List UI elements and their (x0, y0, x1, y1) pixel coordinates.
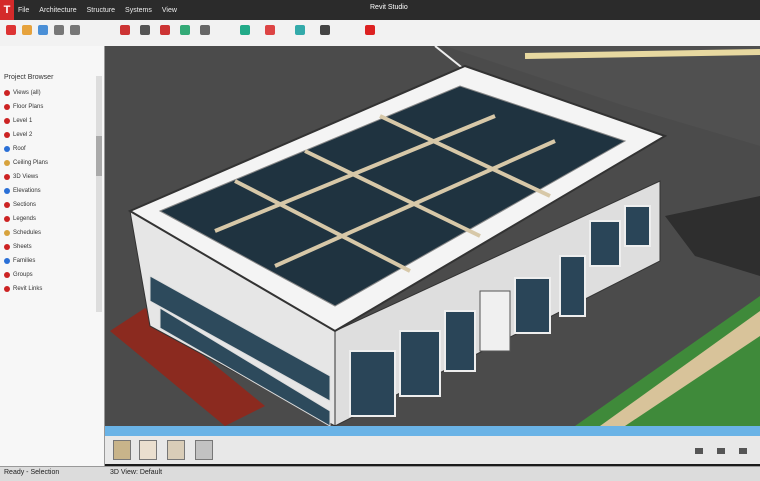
tree-item[interactable]: Legends (4, 214, 36, 224)
folder-icon (4, 272, 10, 278)
redo-icon[interactable] (70, 25, 80, 35)
view-thumbnail[interactable] (167, 440, 185, 460)
sidebar-scrollbar[interactable] (96, 76, 102, 312)
section-icon[interactable] (320, 25, 330, 35)
tree-item[interactable]: Groups (4, 270, 33, 280)
folder-icon (4, 202, 10, 208)
tree-item[interactable]: Views (all) (4, 88, 41, 98)
folder-icon (4, 286, 10, 292)
zoom-icon[interactable] (695, 448, 703, 454)
menu-systems[interactable]: Systems (125, 7, 152, 14)
pan-icon[interactable] (717, 448, 725, 454)
new-icon[interactable] (6, 25, 16, 35)
thumbnail-strip (105, 436, 760, 464)
tree-item[interactable]: Schedules (4, 228, 41, 238)
tree-item[interactable]: Elevations (4, 186, 41, 196)
view-thumbnail[interactable] (195, 440, 213, 460)
folder-icon (4, 118, 10, 124)
view-thumbnail[interactable] (139, 440, 157, 460)
entrance-door[interactable] (479, 290, 511, 352)
folder-icon (4, 188, 10, 194)
tree-item[interactable]: Level 1 (4, 116, 32, 126)
folder-icon (4, 132, 10, 138)
view-thumbnail[interactable] (113, 440, 131, 460)
menu-structure[interactable]: Structure (87, 7, 115, 14)
folder-icon (4, 90, 10, 96)
tree-item[interactable]: Roof (4, 144, 26, 154)
folder-icon (4, 174, 10, 180)
status-right: 3D View: Default (110, 469, 163, 476)
road-marking (524, 49, 760, 59)
roof-icon[interactable] (180, 25, 190, 35)
view-control-bar (105, 426, 760, 436)
tree-item[interactable]: Level 2 (4, 130, 32, 140)
open-icon[interactable] (22, 25, 32, 35)
tag-icon[interactable] (295, 25, 305, 35)
wall-icon[interactable] (120, 25, 130, 35)
save-icon[interactable] (38, 25, 48, 35)
ribbon-toolbar (0, 20, 760, 47)
menu-view[interactable]: View (162, 7, 177, 14)
folder-icon (4, 244, 10, 250)
door-icon[interactable] (140, 25, 150, 35)
scrollbar-thumb[interactable] (96, 136, 102, 176)
building-model[interactable] (105, 46, 760, 426)
folder-icon (4, 146, 10, 152)
stair-icon[interactable] (240, 25, 250, 35)
folder-icon (4, 160, 10, 166)
folder-icon (4, 230, 10, 236)
orbit-icon[interactable] (739, 448, 747, 454)
menu-bar: File Architecture Structure Systems View (18, 0, 177, 20)
tree-item[interactable]: Floor Plans (4, 102, 43, 112)
tree-item[interactable]: Revit Links (4, 284, 42, 294)
folder-icon (4, 216, 10, 222)
status-left: Ready - Selection (4, 469, 60, 476)
measure-icon[interactable] (265, 25, 275, 35)
floor-icon[interactable] (200, 25, 210, 35)
window-icon[interactable] (160, 25, 170, 35)
tree-item[interactable]: Ceiling Plans (4, 158, 48, 168)
window-title: Revit Studio (370, 4, 408, 11)
folder-icon (4, 104, 10, 110)
3d-viewport[interactable] (105, 46, 760, 426)
tree-item[interactable]: Sections (4, 200, 36, 210)
project-browser: Project Browser Views (all) Floor Plans … (0, 46, 105, 466)
title-bar: T File Architecture Structure Systems Vi… (0, 0, 760, 20)
panel-title: Project Browser (4, 74, 54, 81)
tree-item[interactable]: Sheets (4, 242, 32, 252)
menu-file[interactable]: File (18, 7, 29, 14)
tree-item[interactable]: Families (4, 256, 35, 266)
render-icon[interactable] (365, 25, 375, 35)
app-logo[interactable]: T (0, 0, 14, 20)
menu-architecture[interactable]: Architecture (39, 7, 76, 14)
folder-icon (4, 258, 10, 264)
undo-icon[interactable] (54, 25, 64, 35)
status-bar: Ready - Selection 3D View: Default (0, 466, 760, 481)
tree-item[interactable]: 3D Views (4, 172, 38, 182)
